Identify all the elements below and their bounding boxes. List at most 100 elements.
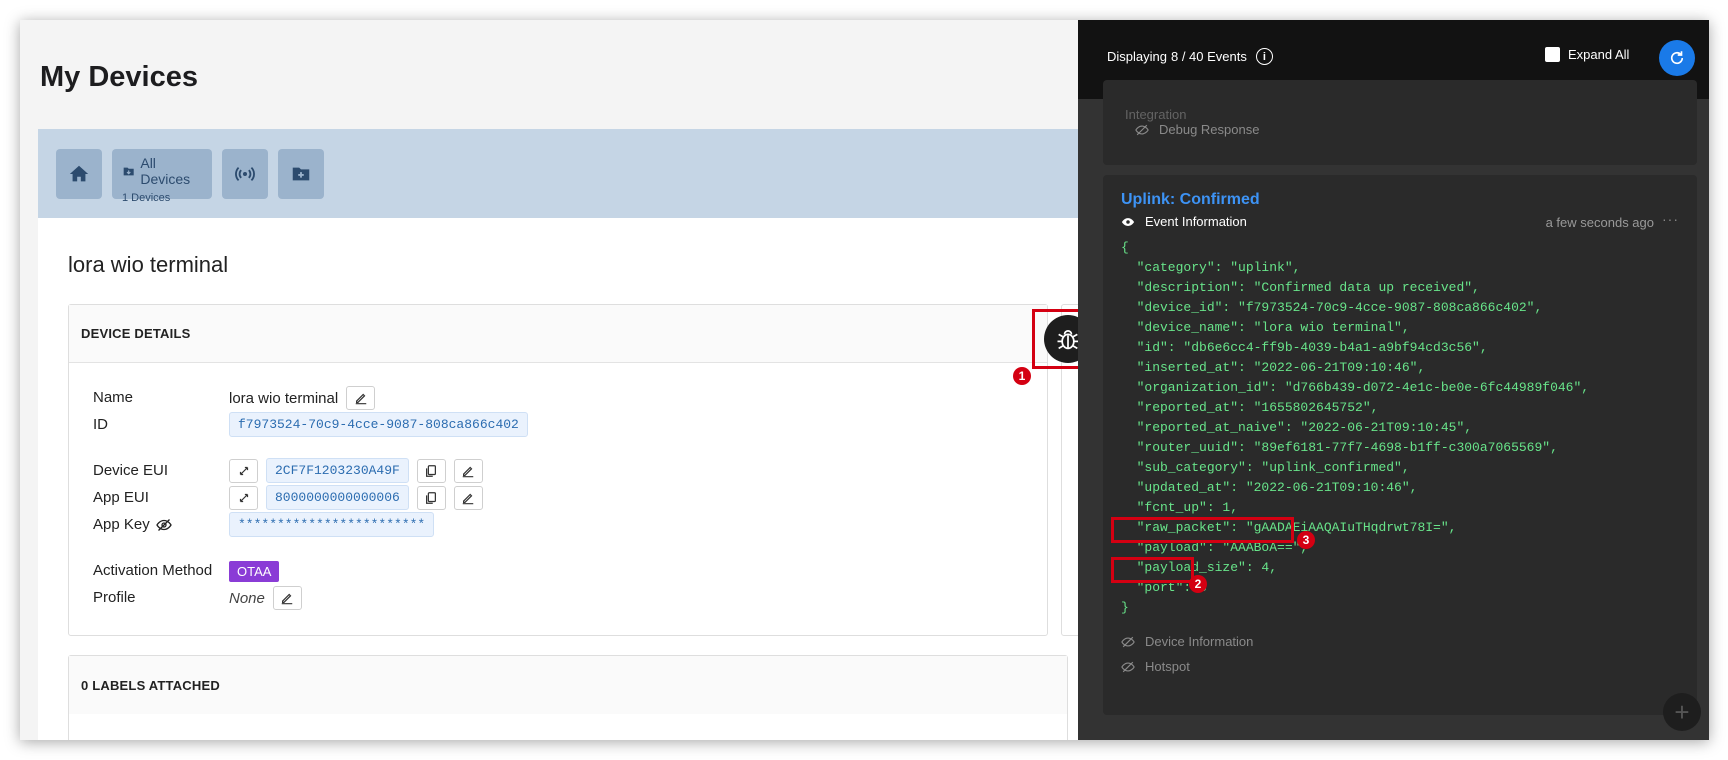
event-time: a few seconds ago bbox=[1545, 215, 1654, 230]
broadcast-icon bbox=[235, 166, 255, 182]
edit-profile-button[interactable] bbox=[272, 586, 302, 610]
folder-plus-icon bbox=[292, 167, 310, 181]
id-value: f7973524-70c9-4cce-9087-808ca866c402 bbox=[229, 412, 528, 437]
profile-value: None bbox=[229, 586, 302, 610]
home-button[interactable] bbox=[56, 149, 102, 199]
add-fab-button[interactable]: + bbox=[1663, 693, 1701, 731]
device-content: lora wio terminal DEVICE DETAILS Name lo… bbox=[38, 218, 1121, 740]
dev-eui-chip[interactable]: 2CF7F1203230A49F bbox=[266, 458, 409, 483]
app-key-chip[interactable]: ************************ bbox=[229, 512, 435, 537]
labels-card-title: 0 LABELS ATTACHED bbox=[69, 656, 1067, 714]
eye-slash-icon bbox=[1121, 636, 1135, 647]
json-line: "router_uuid": "89ef6181-77f7-4698-b1ff-… bbox=[1121, 440, 1558, 455]
folder-download-icon bbox=[123, 167, 134, 175]
app-eui-chip[interactable]: 8000000000000006 bbox=[266, 485, 409, 510]
refresh-icon bbox=[1670, 51, 1684, 65]
events-count: Displaying 8 / 40 Events i bbox=[1107, 48, 1273, 65]
activation-label: Activation Method bbox=[93, 562, 213, 579]
all-devices-label: All Devices bbox=[140, 155, 191, 187]
dev-eui-toggle-button[interactable] bbox=[229, 458, 258, 483]
app-window: My Devices All Devices 1 Devices lora wi… bbox=[20, 20, 1709, 740]
json-line: { bbox=[1121, 240, 1129, 255]
app-eui-label: App EUI bbox=[93, 489, 149, 506]
cutoff-row-label: Integration bbox=[1125, 106, 1187, 122]
json-line: "reported_at": "1655802645752", bbox=[1121, 400, 1379, 415]
displaying-count: 8 / 40 Events bbox=[1170, 49, 1247, 64]
marker-port: 2 bbox=[1189, 575, 1207, 593]
json-line: "device_name": "lora wio terminal", bbox=[1121, 320, 1410, 335]
add-folder-button[interactable] bbox=[278, 149, 324, 199]
profile-label: Profile bbox=[93, 589, 136, 606]
json-line: "sub_category": "uplink_confirmed", bbox=[1121, 460, 1410, 475]
all-devices-button[interactable]: All Devices 1 Devices bbox=[112, 149, 212, 204]
previous-event: Integration Debug Response bbox=[1103, 80, 1697, 165]
debug-response-label: Debug Response bbox=[1159, 122, 1260, 137]
copy-icon bbox=[426, 491, 437, 504]
app-eui-value: 8000000000000006 bbox=[229, 485, 483, 510]
json-line: "fcnt_up": 1, bbox=[1121, 500, 1239, 515]
event-title: Uplink: Confirmed bbox=[1121, 191, 1260, 208]
refresh-button[interactable] bbox=[1659, 40, 1695, 76]
labels-card: 0 LABELS ATTACHED bbox=[68, 655, 1068, 740]
json-line: "id": "db6e6cc4-ff9b-4039-b4a1-a9bf94cd3… bbox=[1121, 340, 1488, 355]
pencil-icon bbox=[355, 393, 366, 405]
device-heading: lora wio terminal bbox=[68, 252, 229, 277]
home-icon bbox=[69, 165, 89, 182]
profile-none-text: None bbox=[229, 589, 265, 607]
activation-value: OTAA bbox=[229, 561, 280, 582]
json-line: "inserted_at": "2022-06-21T09:10:46", bbox=[1121, 360, 1426, 375]
integrations-button[interactable] bbox=[222, 149, 268, 199]
edit-app-eui-button[interactable] bbox=[453, 485, 483, 510]
expand-all-toggle[interactable]: Expand All bbox=[1545, 47, 1629, 62]
app-eui-toggle-button[interactable] bbox=[229, 485, 258, 510]
dev-eui-label: Device EUI bbox=[93, 462, 169, 479]
app-key-value: ************************ bbox=[229, 512, 435, 537]
name-value: lora wio terminal bbox=[229, 386, 376, 410]
edit-name-button[interactable] bbox=[346, 386, 376, 410]
json-line: "description": "Confirmed data up receiv… bbox=[1121, 280, 1480, 295]
marker-debug: 1 bbox=[1013, 367, 1031, 385]
info-icon[interactable]: i bbox=[1255, 48, 1273, 65]
displaying-prefix: Displaying bbox=[1107, 49, 1167, 64]
all-devices-count: 1 Devices bbox=[122, 192, 171, 204]
json-line: } bbox=[1121, 600, 1129, 615]
expand-all-checkbox[interactable] bbox=[1545, 47, 1560, 62]
pencil-icon bbox=[282, 593, 293, 605]
pencil-icon bbox=[463, 466, 474, 477]
debug-panel: Displaying 8 / 40 Events i Expand All In… bbox=[1078, 20, 1709, 740]
eye-slash-icon[interactable] bbox=[155, 517, 172, 533]
breadcrumb: All Devices 1 Devices bbox=[38, 129, 1098, 218]
hotspot-row[interactable]: Hotspot bbox=[1121, 659, 1190, 674]
json-line: "category": "uplink", bbox=[1121, 260, 1301, 275]
copy-dev-eui-button[interactable] bbox=[416, 458, 446, 483]
debug-response-row[interactable]: Debug Response bbox=[1135, 122, 1259, 137]
edit-dev-eui-button[interactable] bbox=[453, 458, 483, 483]
uplink-event: Uplink: Confirmed Event Information a fe… bbox=[1103, 175, 1697, 715]
event-information-row[interactable]: Event Information bbox=[1121, 214, 1247, 229]
marker-payload: 3 bbox=[1297, 531, 1315, 549]
hotspot-label: Hotspot bbox=[1145, 659, 1190, 674]
eye-icon bbox=[1121, 217, 1135, 226]
pencil-icon bbox=[463, 493, 474, 504]
eye-slash-icon bbox=[1121, 661, 1135, 672]
event-information-label: Event Information bbox=[1145, 214, 1247, 229]
plus-icon: + bbox=[1674, 697, 1690, 727]
copy-icon bbox=[426, 464, 437, 477]
device-id-chip[interactable]: f7973524-70c9-4cce-9087-808ca866c402 bbox=[229, 412, 528, 437]
cutoff-row[interactable]: Integration bbox=[1125, 104, 1186, 124]
name-label: Name bbox=[93, 389, 134, 406]
app-key-label: App Key bbox=[93, 516, 150, 533]
dev-eui-value: 2CF7F1203230A49F bbox=[229, 458, 483, 483]
id-label: ID bbox=[93, 416, 108, 433]
device-name-text: lora wio terminal bbox=[229, 389, 339, 407]
page-title: My Devices bbox=[40, 61, 198, 93]
device-information-row[interactable]: Device Information bbox=[1121, 634, 1253, 649]
device-details-card: DEVICE DETAILS Name lora wio terminal ID… bbox=[68, 304, 1048, 636]
expand-icon bbox=[239, 466, 248, 475]
copy-app-eui-button[interactable] bbox=[416, 485, 446, 510]
event-more-button[interactable]: ··· bbox=[1662, 211, 1679, 227]
expand-all-label: Expand All bbox=[1568, 47, 1630, 62]
device-information-label: Device Information bbox=[1145, 634, 1254, 649]
json-line: "reported_at_naive": "2022-06-21T09:10:4… bbox=[1121, 420, 1473, 435]
app-key-label-row: App Key bbox=[93, 516, 172, 533]
